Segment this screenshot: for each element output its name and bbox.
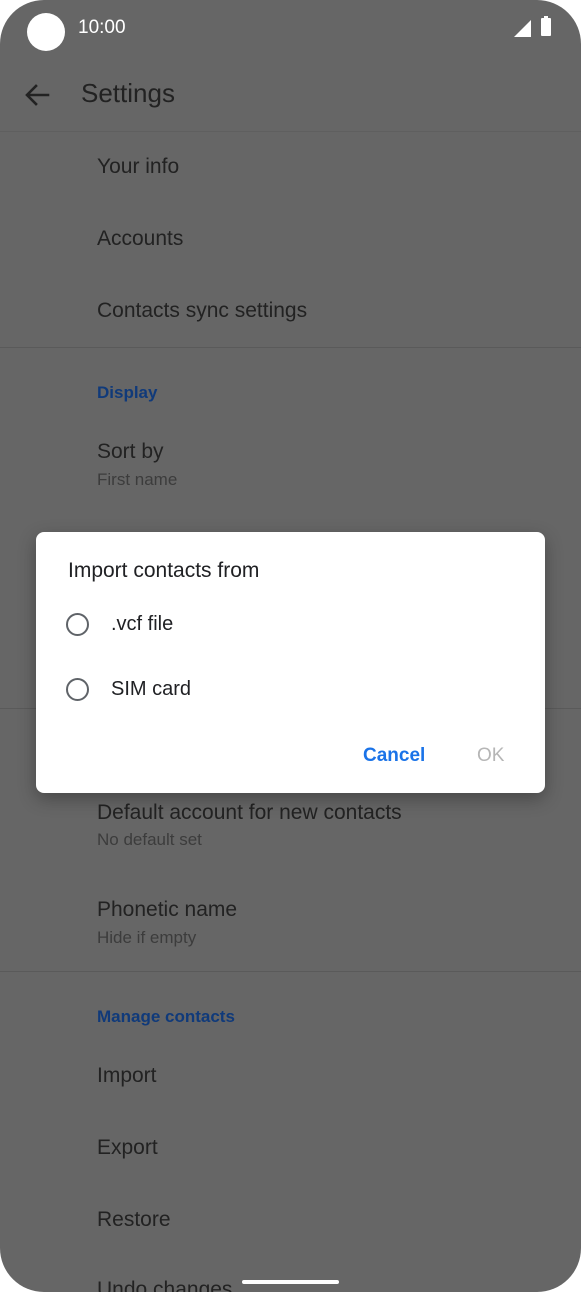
gesture-nav-handle[interactable] [242,1280,339,1284]
import-contacts-dialog: Import contacts from .vcf file SIM card … [36,532,545,793]
option-label: .vcf file [111,613,174,635]
section-header-display: Display [97,383,158,402]
setting-undo-changes[interactable]: Undo changes [97,1278,232,1292]
setting-restore[interactable]: Restore [97,1208,171,1232]
setting-default-account[interactable]: Default account for new contacts [97,801,402,825]
phone-screen: 10:00 Settings Your info Accounts Contac… [0,0,581,1292]
setting-phonetic-name[interactable]: Phonetic name [97,898,237,922]
option-sim-card[interactable]: SIM card [64,667,514,717]
divider [0,971,581,972]
setting-default-account-value: No default set [97,830,202,849]
section-header-manage-contacts: Manage contacts [97,1007,235,1026]
page-title: Settings [81,78,175,108]
ok-button[interactable]: OK [477,745,504,767]
setting-export[interactable]: Export [97,1136,158,1160]
app-bar: Settings [0,56,581,132]
cancel-button[interactable]: Cancel [363,745,425,767]
front-camera [27,13,65,51]
setting-sort-by-value: First name [97,470,178,489]
setting-contacts-sync[interactable]: Contacts sync settings [97,299,307,323]
radio-button-icon[interactable] [66,613,89,636]
setting-your-info[interactable]: Your info [97,155,179,179]
setting-sort-by[interactable]: Sort by [97,440,164,464]
option-vcf-file[interactable]: .vcf file [64,602,514,652]
divider [0,347,581,348]
option-label: SIM card [111,678,192,700]
status-time: 10:00 [78,17,126,38]
setting-phonetic-name-value: Hide if empty [97,928,197,947]
setting-import[interactable]: Import [97,1064,157,1088]
dialog-title: Import contacts from [68,559,260,582]
signal-icon [514,20,531,37]
battery-icon [541,16,551,36]
setting-accounts[interactable]: Accounts [97,227,183,251]
radio-button-icon[interactable] [66,678,89,701]
status-bar: 10:00 [0,0,581,56]
arrow-back-icon[interactable] [22,80,52,110]
